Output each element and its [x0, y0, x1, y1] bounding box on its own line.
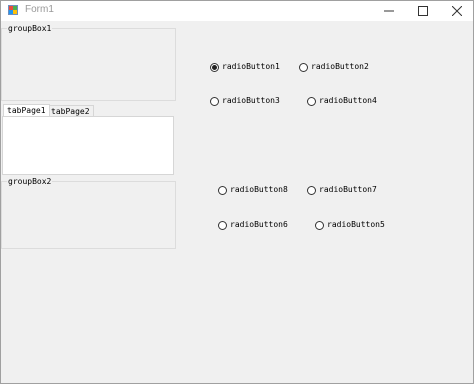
radio-circle [218, 185, 227, 195]
radio-button-1[interactable]: radioButton1 [210, 61, 280, 73]
radio-circle [315, 220, 324, 230]
radio-button-2[interactable]: radioButton2 [299, 61, 369, 73]
radio-circle [218, 220, 227, 230]
radio-button-8[interactable]: radioButton8 [218, 184, 288, 196]
form-client-area: groupBox1 tabPage1 tabPage2 groupBox2 ra… [1, 21, 473, 383]
radio-button-5[interactable]: radioButton5 [315, 219, 385, 231]
radio-circle [307, 185, 316, 195]
radio-button-6[interactable]: radioButton6 [218, 219, 288, 231]
radio-button-8-label: radioButton8 [230, 185, 288, 194]
radio-button-4[interactable]: radioButton4 [307, 95, 377, 107]
radio-button-3[interactable]: radioButton3 [210, 95, 280, 107]
tab-page-1[interactable]: tabPage1 [3, 104, 50, 116]
group-box-1: groupBox1 [1, 24, 176, 101]
radio-button-7[interactable]: radioButton7 [307, 184, 377, 196]
close-icon [452, 6, 462, 16]
radio-circle [307, 96, 316, 106]
tab-page-1-label: tabPage1 [7, 106, 46, 115]
radio-circle [210, 96, 219, 106]
radio-button-4-label: radioButton4 [319, 96, 377, 105]
radio-button-1-label: radioButton1 [222, 62, 280, 71]
tab-control: tabPage1 tabPage2 [2, 104, 175, 176]
radio-circle [299, 62, 308, 72]
minimize-button[interactable] [372, 1, 406, 21]
window-title: Form1 [25, 4, 54, 15]
radio-circle-checked [210, 62, 219, 72]
group-box-2: groupBox2 [1, 177, 176, 249]
radio-dot [212, 64, 217, 70]
radio-button-3-label: radioButton3 [222, 96, 280, 105]
maximize-button[interactable] [406, 1, 440, 21]
radio-button-2-label: radioButton2 [311, 62, 369, 71]
winforms-app-icon [8, 5, 18, 15]
minimize-icon [384, 10, 394, 12]
close-button[interactable] [440, 1, 474, 21]
maximize-icon [418, 6, 428, 16]
radio-button-6-label: radioButton6 [230, 220, 288, 229]
radio-button-7-label: radioButton7 [319, 185, 377, 194]
title-bar[interactable]: Form1 [1, 1, 473, 21]
form1-window: Form1 groupBox1 tabPage1 tabPage2 groupB… [0, 0, 474, 384]
group-box-2-caption: groupBox2 [7, 177, 53, 187]
radio-button-5-label: radioButton5 [327, 220, 385, 229]
tab-page-2-label: tabPage2 [51, 107, 90, 116]
tab-page-1-panel [2, 116, 174, 175]
group-box-1-caption: groupBox1 [7, 24, 53, 34]
